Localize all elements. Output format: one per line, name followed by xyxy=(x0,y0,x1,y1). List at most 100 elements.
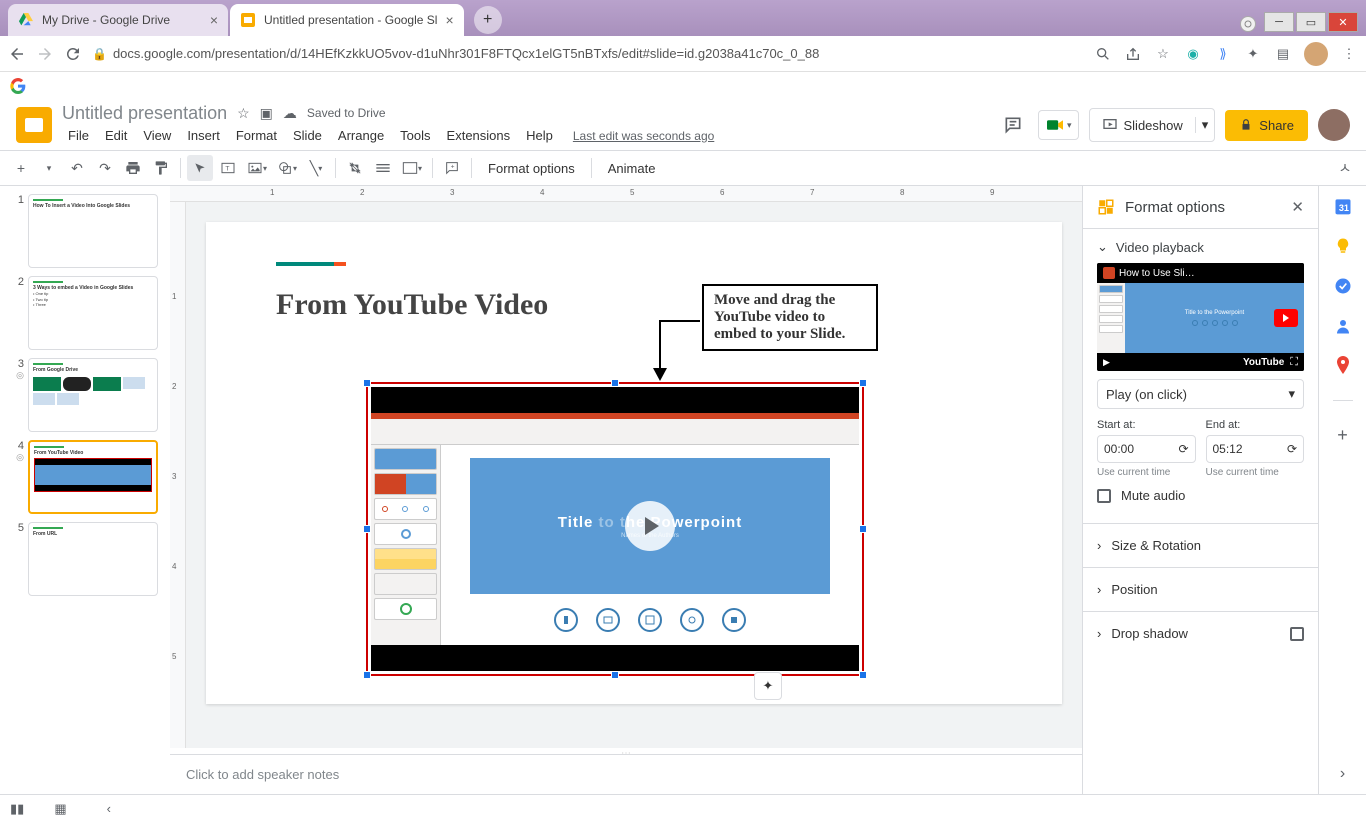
extension-icon-1[interactable]: ◉ xyxy=(1184,45,1202,63)
add-addon-icon[interactable]: + xyxy=(1333,425,1353,445)
resize-handle[interactable] xyxy=(611,379,619,387)
use-current-end[interactable]: Use current time xyxy=(1206,467,1305,478)
refresh-icon[interactable]: ⟳ xyxy=(1287,442,1297,456)
resize-handle[interactable] xyxy=(611,671,619,679)
line-tool[interactable]: ╲▾ xyxy=(303,155,329,181)
menu-format[interactable]: Format xyxy=(230,126,283,145)
crop-tool[interactable] xyxy=(342,155,368,181)
close-panel-icon[interactable]: ✕ xyxy=(1291,198,1304,216)
play-icon[interactable] xyxy=(625,501,675,551)
slideshow-button[interactable]: Slideshow ▾ xyxy=(1089,108,1216,142)
close-window-button[interactable]: ✕ xyxy=(1328,12,1358,32)
image-tool[interactable]: ▾ xyxy=(243,155,271,181)
drop-shadow-checkbox[interactable] xyxy=(1290,627,1304,641)
keep-icon[interactable] xyxy=(1333,236,1353,256)
use-current-start[interactable]: Use current time xyxy=(1097,467,1196,478)
redo-button[interactable]: ↷ xyxy=(92,155,118,181)
slides-product-icon[interactable] xyxy=(16,107,52,143)
youtube-play-icon[interactable] xyxy=(1274,309,1298,327)
slide-thumbnail-5[interactable]: From URL xyxy=(28,522,158,596)
comments-icon[interactable] xyxy=(998,110,1028,140)
reading-list-icon[interactable]: ▤ xyxy=(1274,45,1292,63)
end-at-input[interactable]: 05:12 ⟳ xyxy=(1206,435,1305,463)
slideshow-caret[interactable]: ▾ xyxy=(1195,117,1215,133)
new-tab-button[interactable]: + xyxy=(474,6,502,34)
last-edit-link[interactable]: Last edit was seconds ago xyxy=(573,129,714,143)
star-icon[interactable]: ☆ xyxy=(237,105,250,122)
contacts-icon[interactable] xyxy=(1333,316,1353,336)
textbox-tool[interactable]: T xyxy=(215,155,241,181)
slide[interactable]: From YouTube Video Move and drag the You… xyxy=(206,222,1062,704)
video-playback-header[interactable]: ⌄ Video playback xyxy=(1097,239,1304,255)
menu-tools[interactable]: Tools xyxy=(394,126,436,145)
slide-thumbnail-3[interactable]: From Google Drive xyxy=(28,358,158,432)
chrome-menu-icon[interactable]: ⋮ xyxy=(1340,45,1358,63)
play-mode-select[interactable]: Play (on click) ▾ xyxy=(1097,379,1304,409)
print-button[interactable] xyxy=(120,155,146,181)
tasks-icon[interactable] xyxy=(1333,276,1353,296)
hide-panel-icon[interactable]: › xyxy=(1333,764,1353,784)
mute-checkbox[interactable] xyxy=(1097,489,1111,503)
slide-thumbnail-2[interactable]: 3 Ways to embed a Video in Google Slides… xyxy=(28,276,158,350)
browser-tab-drive[interactable]: My Drive - Google Drive × xyxy=(8,4,228,36)
hide-menus-icon[interactable]: ㅅ xyxy=(1332,155,1358,181)
menu-slide[interactable]: Slide xyxy=(287,126,328,145)
video-preview[interactable]: How to Use Sli… Title to the Powerpoint … xyxy=(1097,263,1304,371)
extension-icon-2[interactable]: ⟫ xyxy=(1214,45,1232,63)
new-slide-caret[interactable]: ▾ xyxy=(36,155,62,181)
filmstrip[interactable]: 1 How To Insert a Video Into Google Slid… xyxy=(0,186,170,794)
replace-image-tool[interactable]: ▾ xyxy=(398,155,426,181)
menu-extensions[interactable]: Extensions xyxy=(441,126,517,145)
youtube-logo[interactable]: YouTube xyxy=(1243,357,1284,368)
menu-help[interactable]: Help xyxy=(520,126,559,145)
menu-insert[interactable]: Insert xyxy=(181,126,226,145)
new-slide-button[interactable]: + xyxy=(8,155,34,181)
refresh-icon[interactable]: ⟳ xyxy=(1178,442,1188,456)
calendar-icon[interactable]: 31 xyxy=(1333,196,1353,216)
slide-canvas[interactable]: From YouTube Video Move and drag the You… xyxy=(186,202,1082,748)
zoom-icon[interactable] xyxy=(1094,45,1112,63)
move-icon[interactable]: ▣ xyxy=(260,105,273,122)
resize-handle[interactable] xyxy=(859,379,867,387)
maps-icon[interactable] xyxy=(1333,356,1353,376)
reload-button[interactable] xyxy=(64,45,82,63)
browser-tab-slides[interactable]: Untitled presentation - Google Sl × xyxy=(230,4,464,36)
extensions-icon[interactable]: ✦ xyxy=(1244,45,1262,63)
resize-handle[interactable] xyxy=(859,525,867,533)
minimize-button[interactable]: ─ xyxy=(1264,12,1294,32)
explore-button[interactable]: ✦ xyxy=(754,672,782,700)
undo-button[interactable]: ↶ xyxy=(64,155,90,181)
collapse-film-icon[interactable]: ‹ xyxy=(107,801,111,816)
profile-avatar-icon[interactable] xyxy=(1318,109,1350,141)
resize-handle[interactable] xyxy=(363,379,371,387)
speaker-notes[interactable]: Click to add speaker notes xyxy=(170,754,1082,794)
start-at-input[interactable]: 00:00 ⟳ xyxy=(1097,435,1196,463)
embedded-video[interactable]: Title to the Powerpoint Names of the Aut… xyxy=(366,382,864,676)
paint-format-button[interactable] xyxy=(148,155,174,181)
resize-handle[interactable] xyxy=(363,525,371,533)
menu-edit[interactable]: Edit xyxy=(99,126,133,145)
close-icon[interactable]: × xyxy=(202,12,218,28)
animate-button[interactable]: Animate xyxy=(598,161,666,176)
maximize-button[interactable]: ▭ xyxy=(1296,12,1326,32)
filmstrip-view-icon[interactable]: ▮▮ xyxy=(10,801,24,817)
format-options-button[interactable]: Format options xyxy=(478,161,585,176)
close-icon[interactable]: × xyxy=(437,12,453,28)
shape-tool[interactable]: ▾ xyxy=(273,155,301,181)
size-rotation-section[interactable]: ›Size & Rotation xyxy=(1083,523,1318,567)
chrome-profile-icon[interactable] xyxy=(1304,42,1328,66)
bookmark-icon[interactable]: ☆ xyxy=(1154,45,1172,63)
select-tool[interactable] xyxy=(187,155,213,181)
slide-thumbnail-4[interactable]: From YouTube Video xyxy=(28,440,158,514)
menu-file[interactable]: File xyxy=(62,126,95,145)
resize-handle[interactable] xyxy=(363,671,371,679)
drop-shadow-section[interactable]: ›Drop shadow xyxy=(1083,611,1318,655)
mask-tool[interactable] xyxy=(370,155,396,181)
grid-view-icon[interactable]: ▦ xyxy=(54,801,66,817)
share-url-icon[interactable] xyxy=(1124,45,1142,63)
slide-title[interactable]: From YouTube Video xyxy=(276,288,992,322)
doc-title[interactable]: Untitled presentation xyxy=(62,103,227,124)
forward-button[interactable] xyxy=(36,45,54,63)
url-field[interactable]: 🔒 docs.google.com/presentation/d/14HEfKz… xyxy=(92,46,1084,61)
position-section[interactable]: ›Position xyxy=(1083,567,1318,611)
